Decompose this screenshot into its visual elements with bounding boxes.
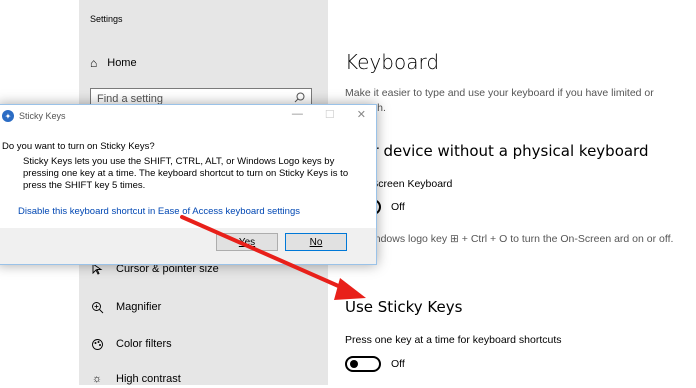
annotation-arrow xyxy=(180,215,366,300)
